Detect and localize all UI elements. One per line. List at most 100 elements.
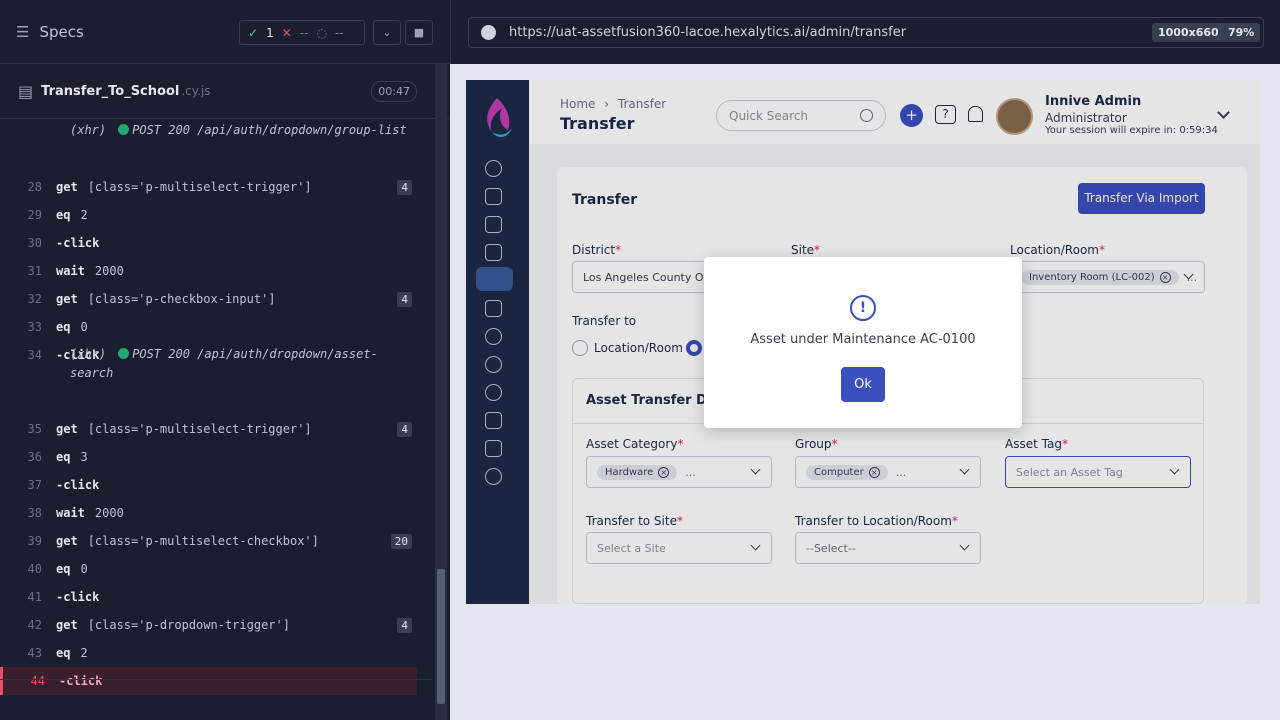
command-number: 32 bbox=[27, 292, 42, 306]
ok-button[interactable]: Ok bbox=[841, 367, 885, 402]
command-row[interactable]: 38 wait 2000 bbox=[0, 499, 417, 527]
browser-panel: https://uat-assetfusion360-lacoe.hexalyt… bbox=[450, 0, 1280, 720]
failed-count: -- bbox=[299, 25, 309, 40]
alert-dialog: ! Asset under Maintenance AC-0100 Ok bbox=[704, 257, 1022, 428]
spec-file-name: Transfer_To_School bbox=[41, 83, 180, 99]
command-number: 30 bbox=[27, 236, 42, 250]
command-name: eq bbox=[56, 320, 71, 334]
command-row[interactable]: 44 -click bbox=[0, 667, 417, 695]
status-dot-icon bbox=[118, 124, 130, 135]
command-row[interactable]: 40 eq 0 bbox=[0, 555, 417, 583]
command-name: get bbox=[56, 534, 78, 548]
command-log-scrollbar[interactable] bbox=[435, 64, 447, 720]
command-name: get bbox=[56, 422, 78, 436]
zoom-level: 79% bbox=[1222, 23, 1261, 42]
command-number: 44 bbox=[30, 674, 45, 688]
command-number: 29 bbox=[27, 208, 42, 222]
pending-icon: ◌ bbox=[316, 25, 327, 40]
chevron-down-icon[interactable]: ⌄ bbox=[373, 20, 401, 45]
match-count-badge: 4 bbox=[397, 617, 412, 633]
command-arg: [class='p-multiselect-trigger'] bbox=[87, 422, 312, 436]
command-name: wait bbox=[56, 264, 85, 278]
specs-menu-icon[interactable]: ☰ bbox=[16, 23, 29, 41]
command-arg: [class='p-multiselect-checkbox'] bbox=[87, 534, 319, 548]
command-number: 43 bbox=[27, 646, 42, 660]
command-row[interactable]: 33 eq 0 bbox=[0, 313, 417, 341]
command-arg: [class='p-checkbox-input'] bbox=[87, 292, 276, 306]
runner-footer-divider bbox=[0, 679, 432, 680]
match-count-badge: 20 bbox=[390, 533, 412, 549]
command-number: 34 bbox=[27, 348, 42, 362]
match-count-badge: 4 bbox=[397, 291, 412, 307]
command-number: 38 bbox=[27, 506, 42, 520]
command-arg: 2000 bbox=[94, 506, 124, 520]
xhr-label: (xhr) bbox=[70, 347, 107, 361]
file-icon: ▤ bbox=[18, 81, 34, 101]
command-name: -click bbox=[56, 590, 100, 604]
command-arg: 2 bbox=[80, 646, 88, 660]
command-row[interactable]: 35 get [class='p-multiselect-trigger'] 4 bbox=[0, 415, 417, 443]
alert-message: Asset under Maintenance AC-0100 bbox=[750, 332, 976, 347]
globe-icon bbox=[481, 25, 496, 40]
command-row[interactable]: 42 get [class='p-dropdown-trigger'] 4 bbox=[0, 611, 417, 639]
command-arg: [class='p-multiselect-trigger'] bbox=[87, 180, 312, 194]
test-stats: ✓ 1 ✕ -- ◌ -- bbox=[239, 20, 365, 45]
test-runner-panel: ☰ Specs ✓ 1 ✕ -- ◌ -- ⌄ ■ ▤ Transfer_To_… bbox=[0, 0, 450, 720]
viewport-size: 1000x660 bbox=[1152, 23, 1225, 42]
command-number: 42 bbox=[27, 618, 42, 632]
command-number: 33 bbox=[27, 320, 42, 334]
url-bar: https://uat-assetfusion360-lacoe.hexalyt… bbox=[450, 0, 1280, 64]
pending-count: -- bbox=[334, 25, 344, 40]
spec-file-ext: .cy.js bbox=[181, 84, 211, 98]
command-name: get bbox=[56, 618, 78, 632]
command-name: -click bbox=[56, 478, 100, 492]
info-icon: ! bbox=[850, 295, 876, 321]
url-field[interactable]: https://uat-assetfusion360-lacoe.hexalyt… bbox=[468, 17, 1264, 48]
command-name: eq bbox=[56, 646, 71, 660]
command-name: wait bbox=[56, 506, 85, 520]
command-row[interactable]: 39 get [class='p-multiselect-checkbox'] 20 bbox=[0, 527, 417, 555]
command-number: 28 bbox=[27, 180, 42, 194]
xhr-request: POST 200 /api/auth/dropdown/group-list bbox=[132, 123, 407, 137]
spec-file-header: ▤ Transfer_To_School .cy.js 00:47 bbox=[0, 64, 450, 119]
command-row[interactable]: 41 -click bbox=[0, 583, 417, 611]
command-arg: 0 bbox=[80, 562, 88, 576]
scrollbar-thumb[interactable] bbox=[437, 569, 445, 704]
passed-icon: ✓ bbox=[248, 25, 259, 40]
xhr-label: (xhr) bbox=[70, 123, 107, 137]
match-count-badge: 4 bbox=[397, 179, 412, 195]
command-name: eq bbox=[56, 208, 71, 222]
command-row[interactable]: 28 get [class='p-multiselect-trigger'] 4 bbox=[0, 173, 417, 201]
command-row[interactable]: 29 eq 2 bbox=[0, 201, 417, 229]
command-arg: 2000 bbox=[94, 264, 124, 278]
command-name: eq bbox=[56, 562, 71, 576]
xhr-request-cont: search bbox=[70, 366, 114, 380]
xhr-request: POST 200 /api/auth/dropdown/asset- bbox=[132, 347, 378, 361]
match-count-badge: 4 bbox=[397, 421, 412, 437]
status-dot-icon bbox=[118, 348, 130, 359]
stop-icon[interactable]: ■ bbox=[405, 20, 433, 45]
spec-duration: 00:47 bbox=[371, 80, 417, 102]
command-row[interactable]: 36 eq 3 bbox=[0, 443, 417, 471]
command-number: 36 bbox=[27, 450, 42, 464]
command-number: 35 bbox=[27, 422, 42, 436]
command-arg: 0 bbox=[80, 320, 88, 334]
command-row[interactable]: 43 eq 2 bbox=[0, 639, 417, 667]
command-number: 39 bbox=[27, 534, 42, 548]
xhr-log-entry[interactable]: (xhr) POST 200 /api/auth/dropdown/group-l… bbox=[70, 121, 407, 140]
command-number: 40 bbox=[27, 562, 42, 576]
command-row[interactable]: 30 -click bbox=[0, 229, 417, 257]
command-row[interactable]: 32 get [class='p-checkbox-input'] 4 bbox=[0, 285, 417, 313]
command-name: get bbox=[56, 180, 78, 194]
command-arg: [class='p-dropdown-trigger'] bbox=[87, 618, 290, 632]
runner-header: ☰ Specs ✓ 1 ✕ -- ◌ -- ⌄ ■ bbox=[0, 0, 450, 64]
command-number: 31 bbox=[27, 264, 42, 278]
command-arg: 2 bbox=[80, 208, 88, 222]
command-arg: 3 bbox=[80, 450, 88, 464]
command-row[interactable]: 31 wait 2000 bbox=[0, 257, 417, 285]
command-name: eq bbox=[56, 450, 71, 464]
xhr-log-entry[interactable]: (xhr) POST 200 /api/auth/dropdown/asset-s… bbox=[70, 345, 378, 383]
command-name: -click bbox=[59, 674, 103, 688]
command-row[interactable]: 37 -click bbox=[0, 471, 417, 499]
specs-label[interactable]: Specs bbox=[39, 23, 83, 41]
